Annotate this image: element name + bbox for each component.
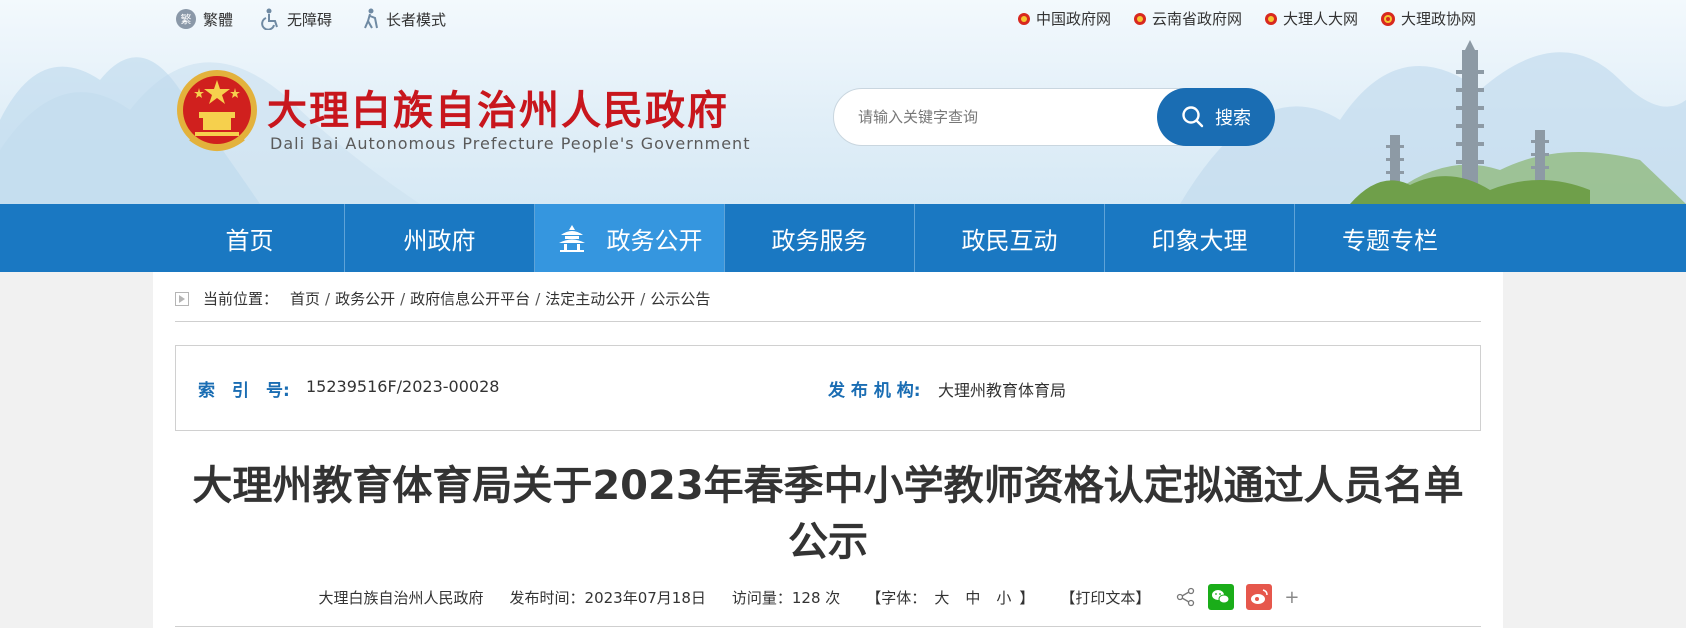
link-yunnan-gov-label: 云南省政府网 (1151, 10, 1242, 28)
index-number-value: 15239516F/2023-00028 (306, 377, 500, 396)
link-yunnan-gov[interactable]: 云南省政府网 (1133, 8, 1242, 29)
emblem-icon (1133, 12, 1146, 25)
nav-gov-services-label: 政务服务 (771, 226, 868, 255)
nav-gov-affairs-open-label: 政务公开 (606, 226, 703, 255)
publish-time: 发布时间：2023年07月18日 (509, 588, 706, 607)
more-share-button[interactable]: + (1284, 587, 1299, 608)
font-large-button[interactable]: 大 (934, 587, 949, 608)
svg-text:繁: 繁 (181, 12, 192, 26)
share-icons: + (1176, 584, 1311, 610)
nav-interaction[interactable]: 政民互动 (915, 204, 1105, 272)
publisher-value: 大理州教育体育局 (938, 381, 1067, 400)
nav-home-label: 首页 (225, 226, 274, 255)
link-dali-cppcc[interactable]: 大理政协网 (1380, 8, 1476, 29)
article-source: 大理白族自治州人民政府 (318, 588, 484, 607)
accessibility-link[interactable]: 无障碍 (261, 8, 332, 30)
search-button-label: 搜索 (1215, 108, 1251, 129)
breadcrumb-item[interactable]: 政务公开 (335, 288, 395, 309)
nav-prefecture-gov-label: 州政府 (403, 226, 476, 255)
three-pagodas-illustration (1350, 40, 1590, 204)
national-emblem-logo[interactable] (175, 68, 259, 158)
nav-home[interactable]: 首页 (155, 204, 345, 272)
nav-gov-services[interactable]: 政务服务 (725, 204, 915, 272)
weibo-icon[interactable] (1246, 584, 1273, 610)
language-icon: 繁 (176, 9, 196, 29)
article-title: 大理州教育体育局关于2023年春季中小学教师资格认定拟通过人员名单 公示 (175, 458, 1481, 570)
article-info-row: 大理白族自治州人民政府 发布时间：2023年07月18日 访问量：128 次 【… (153, 584, 1503, 610)
link-dali-npc[interactable]: 大理人大网 (1264, 8, 1358, 29)
traditional-label: 繁體 (203, 10, 234, 29)
search-input[interactable] (856, 89, 1120, 145)
breadcrumb-item[interactable]: 首页 (290, 288, 320, 309)
search-icon (1182, 106, 1204, 128)
breadcrumb-item[interactable]: 政府信息公开平台 (410, 288, 530, 309)
font-size-suffix: 】 (1019, 588, 1035, 607)
search-box: 搜索 (833, 88, 1275, 146)
breadcrumb-prefix: 当前位置： (203, 290, 279, 308)
visit-count: 访问量：128 次 (731, 588, 841, 607)
elderly-icon (364, 8, 379, 29)
breadcrumb-item[interactable]: 法定主动公开 (545, 288, 635, 309)
nav-impression-dali-label: 印象大理 (1151, 226, 1248, 255)
article-content: 当前位置： 首页 / 政务公开 / 政府信息公开平台 / 法定主动公开 / 公示… (153, 272, 1503, 628)
site-title: 大理白族自治州人民政府 (267, 88, 729, 134)
font-size-prefix: 【字体： (866, 588, 927, 607)
accessibility-label: 无障碍 (287, 10, 333, 29)
divider (175, 321, 1481, 322)
location-icon (175, 291, 189, 306)
site-header: 繁 繁體 无障碍 长者模式 中国政府网 云南省政府网 大理人大网 大理政协网 大… (0, 0, 1686, 204)
share-icon[interactable] (1176, 587, 1196, 607)
emblem-icon (1017, 12, 1030, 25)
search-button[interactable]: 搜索 (1157, 88, 1275, 146)
publisher-label: 发 布 机 构: (828, 381, 921, 401)
font-size-controls: 【字体： 大 中 小 】 (866, 587, 1034, 608)
nav-special-topics[interactable]: 专题专栏 (1295, 204, 1485, 272)
elderly-mode-link[interactable]: 长者模式 (360, 8, 446, 30)
nav-impression-dali[interactable]: 印象大理 (1105, 204, 1295, 272)
document-meta-box: 索 引 号: 15239516F/2023-00028 发 布 机 构: 大理州… (175, 345, 1481, 431)
link-gov-cn[interactable]: 中国政府网 (1017, 8, 1111, 29)
breadcrumb: 当前位置： 首页 / 政务公开 / 政府信息公开平台 / 法定主动公开 / 公示… (175, 288, 710, 309)
index-number-label: 索 引 号: (198, 381, 290, 401)
wheelchair-icon (261, 8, 278, 30)
article-title-line: 大理州教育体育局关于2023年春季中小学教师资格认定拟通过人员名单 (192, 463, 1464, 509)
main-nav: 首页 州政府 政务公开 政务服务 政民互动 印象大理 专题专栏 (0, 204, 1686, 272)
pavilion-icon (558, 225, 585, 252)
article-title-line: 公示 (788, 519, 868, 565)
divider (175, 626, 1481, 627)
link-dali-cppcc-label: 大理政协网 (1400, 10, 1476, 28)
font-small-button[interactable]: 小 (996, 587, 1011, 608)
nav-prefecture-gov[interactable]: 州政府 (345, 204, 535, 272)
breadcrumb-item[interactable]: 公示公告 (650, 288, 710, 309)
link-gov-cn-label: 中国政府网 (1035, 10, 1111, 28)
traditional-chinese-link[interactable]: 繁 繁體 (175, 8, 233, 30)
cppcc-emblem-icon (1380, 11, 1395, 26)
nav-special-topics-label: 专题专栏 (1342, 226, 1438, 255)
breadcrumb-separator: / (535, 289, 541, 308)
elderly-mode-label: 长者模式 (386, 10, 447, 29)
breadcrumb-separator: / (640, 289, 646, 308)
site-subtitle: Dali Bai Autonomous Prefecture People's … (270, 134, 751, 153)
font-medium-button[interactable]: 中 (965, 587, 980, 608)
breadcrumb-separator: / (325, 289, 331, 308)
wechat-icon[interactable] (1208, 584, 1235, 610)
breadcrumb-separator: / (400, 289, 406, 308)
link-dali-npc-label: 大理人大网 (1282, 10, 1358, 28)
nav-gov-affairs-open[interactable]: 政务公开 (535, 204, 725, 272)
nav-interaction-label: 政民互动 (961, 226, 1058, 255)
print-button[interactable]: 【打印文本】 (1060, 587, 1150, 608)
emblem-icon (1264, 12, 1277, 25)
